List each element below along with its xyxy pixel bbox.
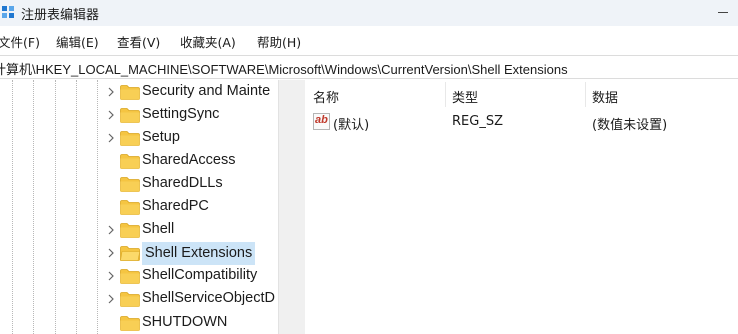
value-data: (数值未设置) <box>592 118 668 133</box>
menu-edit[interactable]: 编辑(E) <box>56 32 99 51</box>
value-name: (默认) <box>333 118 370 133</box>
window-title: 注册表编辑器 <box>21 8 100 23</box>
folder-icon <box>120 269 140 284</box>
key-tree[interactable]: Security and Mainte SettingSync Setup Sh… <box>0 80 278 334</box>
folder-open-icon <box>120 246 140 261</box>
tree-item-label: SharedPC <box>142 198 209 214</box>
registry-icon <box>2 6 15 19</box>
menu-view[interactable]: 查看(V) <box>117 32 160 51</box>
folder-icon <box>120 154 140 169</box>
folder-icon <box>120 316 140 331</box>
tree-item-shutdown[interactable]: SHUTDOWN <box>0 312 278 334</box>
folder-icon <box>120 200 140 215</box>
column-divider[interactable] <box>445 82 446 107</box>
folder-icon <box>120 108 140 123</box>
tree-item-label: ShellServiceObjectD <box>142 290 275 306</box>
tree-item-sharedaccess[interactable]: SharedAccess <box>0 150 278 173</box>
column-header-type[interactable]: 类型 <box>452 87 478 106</box>
tree-item-label: Security and Mainte <box>142 83 271 99</box>
tree-item-shellcompatibility[interactable]: ShellCompatibility <box>0 265 278 288</box>
value-row[interactable]: ab (默认) REG_SZ (数值未设置) <box>305 112 738 134</box>
title-bar: 注册表编辑器 <box>0 0 738 26</box>
tree-item-shareddlls[interactable]: SharedDLLs <box>0 173 278 196</box>
tree-item-shell-extensions[interactable]: Shell Extensions <box>0 242 278 265</box>
folder-icon <box>120 177 140 192</box>
tree-item-sharedpc[interactable]: SharedPC <box>0 196 278 219</box>
tree-item-label: SharedDLLs <box>142 175 223 191</box>
tree-item-shellserviceobjectdelayload[interactable]: ShellServiceObjectD <box>0 288 278 311</box>
folder-icon <box>120 223 140 238</box>
chevron-right-icon[interactable] <box>106 247 116 259</box>
chevron-right-icon[interactable] <box>106 86 116 98</box>
tree-item-shell[interactable]: Shell <box>0 219 278 242</box>
chevron-right-icon[interactable] <box>106 224 116 236</box>
tree-item-label: Shell <box>142 221 175 237</box>
folder-icon <box>120 292 140 307</box>
folder-icon <box>120 85 140 100</box>
tree-item-settingsync[interactable]: SettingSync <box>0 104 278 127</box>
menu-file[interactable]: 文件(F) <box>0 32 40 51</box>
chevron-right-icon[interactable] <box>106 109 116 121</box>
folder-icon <box>120 131 140 146</box>
tree-item-label: ShellCompatibility <box>142 267 258 283</box>
chevron-right-icon[interactable] <box>106 270 116 282</box>
tree-item-label: SharedAccess <box>142 152 236 168</box>
address-path[interactable]: 计算机\HKEY_LOCAL_MACHINE\SOFTWARE\Microsof… <box>0 59 568 78</box>
menu-bar: 文件(F) 编辑(E) 查看(V) 收藏夹(A) 帮助(H) <box>0 30 738 52</box>
menu-favorites[interactable]: 收藏夹(A) <box>180 32 236 51</box>
minimize-button[interactable] <box>706 0 738 26</box>
string-value-icon: ab <box>313 113 330 130</box>
column-header-name[interactable]: 名称 <box>313 87 339 106</box>
tree-item-label: Setup <box>142 129 180 145</box>
tree-item-setup[interactable]: Setup <box>0 127 278 150</box>
tree-item-security-and-maintenance[interactable]: Security and Mainte <box>0 81 278 104</box>
menu-help[interactable]: 帮助(H) <box>257 32 301 51</box>
address-bar[interactable]: 计算机\HKEY_LOCAL_MACHINE\SOFTWARE\Microsof… <box>0 55 738 79</box>
chevron-right-icon[interactable] <box>106 293 116 305</box>
column-header-data[interactable]: 数据 <box>592 87 618 106</box>
pane-splitter[interactable] <box>278 80 305 334</box>
chevron-right-icon[interactable] <box>106 132 116 144</box>
value-type: REG_SZ <box>452 114 503 129</box>
column-divider[interactable] <box>585 82 586 107</box>
tree-item-label: Shell Extensions <box>142 242 256 265</box>
values-pane[interactable]: 名称 类型 数据 ab (默认) REG_SZ (数值未设置) <box>305 80 738 334</box>
tree-item-label: SHUTDOWN <box>142 314 228 330</box>
tree-item-label: SettingSync <box>142 106 220 122</box>
